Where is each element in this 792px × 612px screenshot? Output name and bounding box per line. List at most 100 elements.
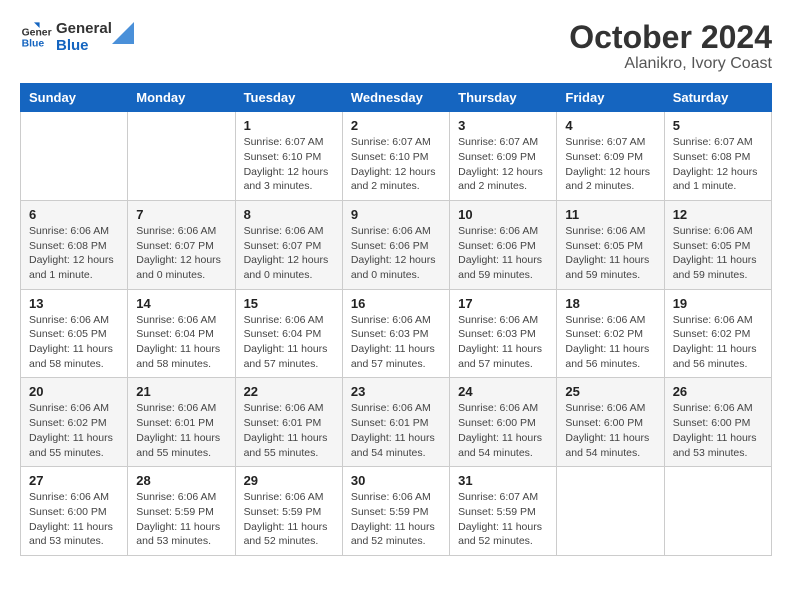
day-number: 12 (673, 207, 763, 222)
calendar-cell: 6 Sunrise: 6:06 AM Sunset: 6:08 PM Daylig… (21, 200, 128, 289)
day-number: 2 (351, 118, 441, 133)
day-number: 23 (351, 384, 441, 399)
day-number: 29 (244, 473, 334, 488)
day-number: 10 (458, 207, 548, 222)
svg-text:General: General (22, 28, 52, 39)
calendar-cell: 13 Sunrise: 6:06 AM Sunset: 6:05 PM Dayli… (21, 289, 128, 378)
calendar-week-1: 1 Sunrise: 6:07 AM Sunset: 6:10 PM Daylig… (21, 112, 772, 201)
day-number: 22 (244, 384, 334, 399)
calendar-cell: 5 Sunrise: 6:07 AM Sunset: 6:08 PM Daylig… (664, 112, 771, 201)
logo: General Blue General Blue (20, 20, 134, 55)
day-detail: Sunrise: 6:06 AM Sunset: 6:08 PM Dayligh… (29, 224, 119, 283)
calendar-cell: 25Sunrise: 6:06 AM Sunset: 6:00 PM Dayli… (557, 378, 664, 467)
calendar-cell (664, 467, 771, 556)
day-detail: Sunrise: 6:06 AM Sunset: 6:01 PM Dayligh… (351, 401, 441, 460)
calendar-cell: 23 Sunrise: 6:06 AM Sunset: 6:01 PM Dayli… (342, 378, 449, 467)
day-number: 31 (458, 473, 548, 488)
day-number: 3 (458, 118, 548, 133)
page-subtitle: Alanikro, Ivory Coast (569, 55, 772, 73)
logo-icon: General Blue (20, 21, 52, 53)
day-number: 9 (351, 207, 441, 222)
calendar-cell: 8 Sunrise: 6:06 AM Sunset: 6:07 PM Daylig… (235, 200, 342, 289)
calendar-week-5: 27 Sunrise: 6:06 AM Sunset: 6:00 PM Dayli… (21, 467, 772, 556)
logo-arrow-icon (112, 22, 134, 44)
calendar-cell: 28 Sunrise: 6:06 AM Sunset: 5:59 PM Dayli… (128, 467, 235, 556)
day-detail: Sunrise: 6:07 AM Sunset: 6:09 PM Dayligh… (565, 135, 655, 194)
day-number: 15 (244, 296, 334, 311)
day-detail: Sunrise: 6:06 AM Sunset: 6:02 PM Dayligh… (673, 313, 763, 372)
calendar-cell: 22 Sunrise: 6:06 AM Sunset: 6:01 PM Dayli… (235, 378, 342, 467)
day-number: 30 (351, 473, 441, 488)
day-detail: Sunrise: 6:07 AM Sunset: 5:59 PM Dayligh… (458, 490, 548, 549)
day-header-tuesday: Tuesday (235, 84, 342, 112)
day-header-monday: Monday (128, 84, 235, 112)
calendar-week-4: 20Sunrise: 6:06 AM Sunset: 6:02 PM Dayli… (21, 378, 772, 467)
day-number: 17 (458, 296, 548, 311)
day-detail: Sunrise: 6:06 AM Sunset: 5:59 PM Dayligh… (351, 490, 441, 549)
day-detail: Sunrise: 6:06 AM Sunset: 6:06 PM Dayligh… (458, 224, 548, 283)
calendar-cell: 2 Sunrise: 6:07 AM Sunset: 6:10 PM Daylig… (342, 112, 449, 201)
days-of-week-row: SundayMondayTuesdayWednesdayThursdayFrid… (21, 84, 772, 112)
calendar-cell: 15Sunrise: 6:06 AM Sunset: 6:04 PM Dayli… (235, 289, 342, 378)
day-number: 5 (673, 118, 763, 133)
day-number: 14 (136, 296, 226, 311)
day-number: 27 (29, 473, 119, 488)
day-detail: Sunrise: 6:06 AM Sunset: 6:02 PM Dayligh… (29, 401, 119, 460)
day-detail: Sunrise: 6:06 AM Sunset: 5:59 PM Dayligh… (136, 490, 226, 549)
day-detail: Sunrise: 6:06 AM Sunset: 6:07 PM Dayligh… (244, 224, 334, 283)
day-header-friday: Friday (557, 84, 664, 112)
day-number: 25 (565, 384, 655, 399)
day-header-thursday: Thursday (450, 84, 557, 112)
day-detail: Sunrise: 6:06 AM Sunset: 6:00 PM Dayligh… (673, 401, 763, 460)
calendar-cell: 10 Sunrise: 6:06 AM Sunset: 6:06 PM Dayli… (450, 200, 557, 289)
day-detail: Sunrise: 6:06 AM Sunset: 6:05 PM Dayligh… (29, 313, 119, 372)
day-number: 8 (244, 207, 334, 222)
calendar-cell: 26Sunrise: 6:06 AM Sunset: 6:00 PM Dayli… (664, 378, 771, 467)
day-number: 19 (673, 296, 763, 311)
day-detail: Sunrise: 6:06 AM Sunset: 6:00 PM Dayligh… (458, 401, 548, 460)
calendar-cell: 19 Sunrise: 6:06 AM Sunset: 6:02 PM Dayli… (664, 289, 771, 378)
calendar-cell: 14Sunrise: 6:06 AM Sunset: 6:04 PM Dayli… (128, 289, 235, 378)
calendar-cell: 1 Sunrise: 6:07 AM Sunset: 6:10 PM Daylig… (235, 112, 342, 201)
day-number: 21 (136, 384, 226, 399)
calendar-body: 1 Sunrise: 6:07 AM Sunset: 6:10 PM Daylig… (21, 112, 772, 556)
day-number: 28 (136, 473, 226, 488)
calendar-cell: 7 Sunrise: 6:06 AM Sunset: 6:07 PM Daylig… (128, 200, 235, 289)
calendar-cell (128, 112, 235, 201)
day-header-sunday: Sunday (21, 84, 128, 112)
header: General Blue General Blue October 2024 A… (20, 20, 772, 73)
calendar-cell: 29 Sunrise: 6:06 AM Sunset: 5:59 PM Dayli… (235, 467, 342, 556)
calendar-cell: 24Sunrise: 6:06 AM Sunset: 6:00 PM Dayli… (450, 378, 557, 467)
day-number: 11 (565, 207, 655, 222)
calendar-cell: 18Sunrise: 6:06 AM Sunset: 6:02 PM Dayli… (557, 289, 664, 378)
day-number: 7 (136, 207, 226, 222)
day-detail: Sunrise: 6:07 AM Sunset: 6:10 PM Dayligh… (351, 135, 441, 194)
day-number: 1 (244, 118, 334, 133)
title-block: October 2024 Alanikro, Ivory Coast (569, 20, 772, 73)
day-detail: Sunrise: 6:07 AM Sunset: 6:10 PM Dayligh… (244, 135, 334, 194)
calendar: SundayMondayTuesdayWednesdayThursdayFrid… (20, 83, 772, 556)
day-number: 13 (29, 296, 119, 311)
calendar-cell: 31 Sunrise: 6:07 AM Sunset: 5:59 PM Dayli… (450, 467, 557, 556)
day-detail: Sunrise: 6:06 AM Sunset: 6:07 PM Dayligh… (136, 224, 226, 283)
calendar-cell: 11 Sunrise: 6:06 AM Sunset: 6:05 PM Dayli… (557, 200, 664, 289)
logo-general: General (56, 20, 112, 37)
page-title: October 2024 (569, 20, 772, 55)
calendar-cell: 4 Sunrise: 6:07 AM Sunset: 6:09 PM Daylig… (557, 112, 664, 201)
day-detail: Sunrise: 6:06 AM Sunset: 6:01 PM Dayligh… (244, 401, 334, 460)
day-detail: Sunrise: 6:06 AM Sunset: 6:05 PM Dayligh… (565, 224, 655, 283)
calendar-cell: 30 Sunrise: 6:06 AM Sunset: 5:59 PM Dayli… (342, 467, 449, 556)
day-number: 18 (565, 296, 655, 311)
day-number: 4 (565, 118, 655, 133)
day-header-wednesday: Wednesday (342, 84, 449, 112)
day-detail: Sunrise: 6:07 AM Sunset: 6:08 PM Dayligh… (673, 135, 763, 194)
day-detail: Sunrise: 6:06 AM Sunset: 6:00 PM Dayligh… (29, 490, 119, 549)
calendar-cell: 27 Sunrise: 6:06 AM Sunset: 6:00 PM Dayli… (21, 467, 128, 556)
day-detail: Sunrise: 6:06 AM Sunset: 6:05 PM Dayligh… (673, 224, 763, 283)
calendar-cell (557, 467, 664, 556)
day-detail: Sunrise: 6:06 AM Sunset: 5:59 PM Dayligh… (244, 490, 334, 549)
day-detail: Sunrise: 6:06 AM Sunset: 6:03 PM Dayligh… (351, 313, 441, 372)
day-detail: Sunrise: 6:06 AM Sunset: 6:03 PM Dayligh… (458, 313, 548, 372)
day-number: 16 (351, 296, 441, 311)
day-number: 6 (29, 207, 119, 222)
